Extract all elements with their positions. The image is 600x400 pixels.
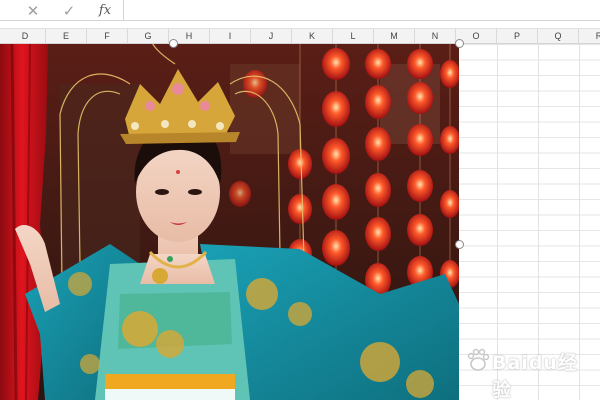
column-header[interactable]: L: [333, 29, 374, 44]
column-header[interactable]: G: [128, 29, 169, 44]
inserted-picture[interactable]: [0, 44, 459, 400]
column-header[interactable]: I: [210, 29, 251, 44]
column-header[interactable]: R: [579, 29, 600, 44]
column-header[interactable]: D: [5, 29, 46, 44]
resize-handle-right[interactable]: [455, 240, 464, 249]
column-header[interactable]: K: [292, 29, 333, 44]
column-header[interactable]: J: [251, 29, 292, 44]
checkmark-icon[interactable]: ✓: [54, 0, 84, 21]
column-header[interactable]: P: [497, 29, 538, 44]
insert-function-button[interactable]: fx: [90, 0, 120, 21]
close-icon[interactable]: ✕: [18, 0, 48, 21]
column-header[interactable]: M: [374, 29, 415, 44]
watermark-text: Baidu经验: [492, 352, 578, 400]
picture-illustration: [0, 44, 459, 400]
resize-handle-top[interactable]: [169, 39, 178, 48]
column-header[interactable]: Q: [538, 29, 579, 44]
baidu-watermark: Baidu经验: [462, 340, 592, 400]
formula-bar: ✕ ✓ fx: [0, 0, 600, 21]
column-header[interactable]: F: [87, 29, 128, 44]
formula-input[interactable]: [128, 0, 600, 21]
column-headers: D E F G H I J K L M N O P Q R: [0, 28, 600, 44]
resize-handle-top-right[interactable]: [455, 39, 464, 48]
paw-icon: [467, 348, 490, 371]
column-header[interactable]: N: [415, 29, 456, 44]
formula-bar-controls: ✕ ✓ fx: [0, 0, 124, 21]
column-header[interactable]: E: [46, 29, 87, 44]
